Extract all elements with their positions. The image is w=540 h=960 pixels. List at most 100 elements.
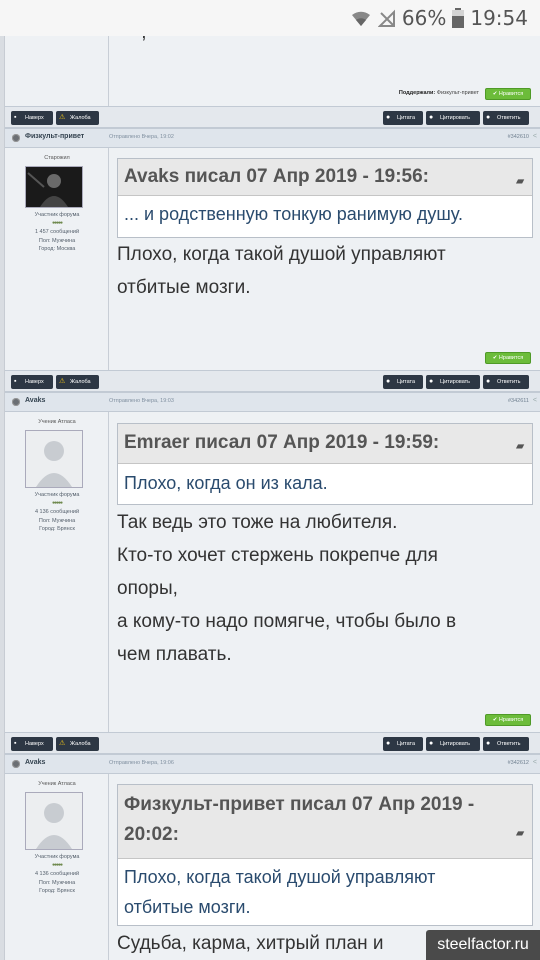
post-number[interactable]: #342612 <box>508 760 529 766</box>
battery-percent: 66% <box>401 6 447 30</box>
report-button[interactable]: ⚠ Жалоба <box>56 737 99 751</box>
quote-header-text: Физкульт-привет писал 07 Апр 2019 - <box>124 794 475 815</box>
share-icon[interactable]: < <box>533 759 537 766</box>
like-label: Нравится <box>498 91 524 97</box>
post-count: 4 136 сообщений <box>34 871 80 877</box>
forum-thread[interactable]: — , — Поддержали: Физкульт-привет ✔ Нрав… <box>4 36 540 960</box>
quote-label: Цитата <box>397 115 416 121</box>
post-author[interactable]: Avaks <box>25 759 45 766</box>
wifi-icon <box>351 11 370 26</box>
multiquote-label: Цитировать <box>440 115 471 121</box>
user-sex: Пол: Мужчина <box>38 880 76 886</box>
post-sidebar: Ученик Атласа Участник форума ●●●●● 4 13… <box>5 774 109 960</box>
post-text-line: Плохо, когда такой душой управляют <box>117 244 446 265</box>
rating-stars: ●●●●● <box>51 220 63 226</box>
post-author[interactable]: Физкульт-привет <box>25 133 84 140</box>
speech-bubble-icon: ● <box>429 378 434 385</box>
top-button[interactable]: ▪ Наверх <box>11 111 53 125</box>
report-button[interactable]: ⚠ Жалоба <box>56 375 99 389</box>
post-toolbar: ▪ Наверх ⚠ Жалоба ● Цитата ● Цитировать ● Отв… <box>5 370 540 392</box>
default-avatar-icon <box>26 431 82 487</box>
top-button[interactable]: ▪ Наверх <box>11 737 53 751</box>
reply-button[interactable]: ● Ответить <box>483 737 529 751</box>
post-text-line: Кто-то хочет стержень покрепче для <box>117 545 438 566</box>
report-label: Жалоба <box>70 741 91 747</box>
quote-button[interactable]: ● Цитата <box>383 737 423 751</box>
reply-label: Ответить <box>497 115 521 121</box>
post-body: Ученик Атласа Участник форума ●●●●● 4 13… <box>5 412 540 732</box>
post-text-line: отбитые мозги. <box>117 277 251 298</box>
post-text-line: чем плавать. <box>117 644 232 665</box>
post-header: Avaks Отправлено Вчера, 19:03 #342611 < <box>5 392 540 412</box>
quote-label: Цитата <box>397 741 416 747</box>
post-text-line: а кому-то надо помягче, чтобы было в <box>117 611 457 632</box>
quote-button[interactable]: ● Цитата <box>383 375 423 389</box>
top-button[interactable]: ▪ Наверх <box>11 375 53 389</box>
quote-block: Avaks писал 07 Апр 2019 - 19:56: ▰ ... и … <box>117 158 533 238</box>
multiquote-button[interactable]: ● Цитировать <box>426 737 480 751</box>
thanks-users[interactable]: Физкульт-привет <box>437 90 479 96</box>
like-button[interactable]: ✔ Нравится <box>485 88 531 100</box>
post-text: Так ведь это тоже на любителя. Кто-то хо… <box>117 506 533 671</box>
user-rank: Ученик Атласа <box>38 419 76 425</box>
post-number[interactable]: #342611 <box>508 398 529 404</box>
post-sidebar: Ученик Атласа Участник форума ●●●●● 4 13… <box>5 412 109 732</box>
quote-body: Плохо, когда он из кала. <box>124 473 328 493</box>
reply-button[interactable]: ● Ответить <box>483 375 529 389</box>
report-button[interactable]: ⚠ Жалоба <box>56 111 99 125</box>
like-button[interactable]: ✔ Нравится <box>485 714 531 726</box>
avatar[interactable] <box>25 792 83 850</box>
user-city: Город: Брянск <box>39 888 75 894</box>
clock: 19:54 <box>470 6 528 30</box>
user-group: Участник форума <box>34 854 80 860</box>
speech-bubble-icon: ● <box>429 114 434 121</box>
quote-header: Физкульт-привет писал 07 Апр 2019 - 20:0… <box>118 785 532 859</box>
speech-bubble-icon: ● <box>429 740 434 747</box>
multiquote-label: Цитировать <box>440 741 471 747</box>
post-header: Avaks Отправлено Вчера, 19:06 #342612 < <box>5 754 540 774</box>
post-text-line: Так ведь это тоже на любителя. <box>117 512 398 533</box>
reply-button[interactable]: ● Ответить <box>483 111 529 125</box>
share-icon[interactable]: < <box>533 397 537 404</box>
quote-header: Emraer писал 07 Апр 2019 - 19:59: ▰ <box>118 424 532 464</box>
speech-bubble-icon: ● <box>486 114 491 121</box>
user-sex: Пол: Мужчина <box>38 518 76 524</box>
cut-text-fragment: — , — <box>117 36 171 44</box>
warning-icon: ⚠ <box>59 740 66 747</box>
share-icon[interactable]: < <box>533 133 537 140</box>
top-label: Наверх <box>25 741 44 747</box>
speech-bubble-icon: ● <box>386 740 391 747</box>
post-count: 1 457 сообщений <box>34 229 80 235</box>
quote-header-text: Emraer писал 07 Апр 2019 - 19:59: <box>124 432 440 453</box>
speech-bubble-icon: ● <box>486 740 491 747</box>
quote-source-icon[interactable]: ▰ <box>516 819 524 849</box>
quote-source-icon[interactable]: ▰ <box>516 167 524 197</box>
top-label: Наверх <box>25 379 44 385</box>
speech-bubble-icon: ● <box>486 378 491 385</box>
multiquote-button[interactable]: ● Цитировать <box>426 111 480 125</box>
quote-body-line: Плохо, когда такой душой управляют <box>124 867 436 887</box>
offline-status-icon <box>12 760 20 768</box>
quote-source-icon[interactable]: ▰ <box>516 432 524 462</box>
report-label: Жалоба <box>70 115 91 121</box>
rating-stars: ●●●●● <box>51 862 63 868</box>
post-author[interactable]: Avaks <box>25 397 45 404</box>
post-number[interactable]: #342610 <box>508 134 529 140</box>
like-button[interactable]: ✔ Нравится <box>485 352 531 364</box>
post-sidebar: Старожил Участник форума ●●●●● 1 457 соо… <box>5 148 109 370</box>
quote-button[interactable]: ● Цитата <box>383 111 423 125</box>
reply-label: Ответить <box>497 379 521 385</box>
avatar[interactable] <box>25 430 83 488</box>
user-rank: Старожил <box>44 155 70 161</box>
avatar[interactable] <box>25 166 83 208</box>
quote-label: Цитата <box>397 379 416 385</box>
post-count: 4 136 сообщений <box>34 509 80 515</box>
signal-off-icon <box>377 9 395 27</box>
multiquote-label: Цитировать <box>440 379 471 385</box>
multiquote-button[interactable]: ● Цитировать <box>426 375 480 389</box>
user-rank: Ученик Атласа <box>38 781 76 787</box>
offline-status-icon <box>12 134 20 142</box>
user-group: Участник форума <box>34 492 80 498</box>
post-body: Старожил Участник форума ●●●●● 1 457 соо… <box>5 148 540 370</box>
user-group: Участник форума <box>34 212 80 218</box>
